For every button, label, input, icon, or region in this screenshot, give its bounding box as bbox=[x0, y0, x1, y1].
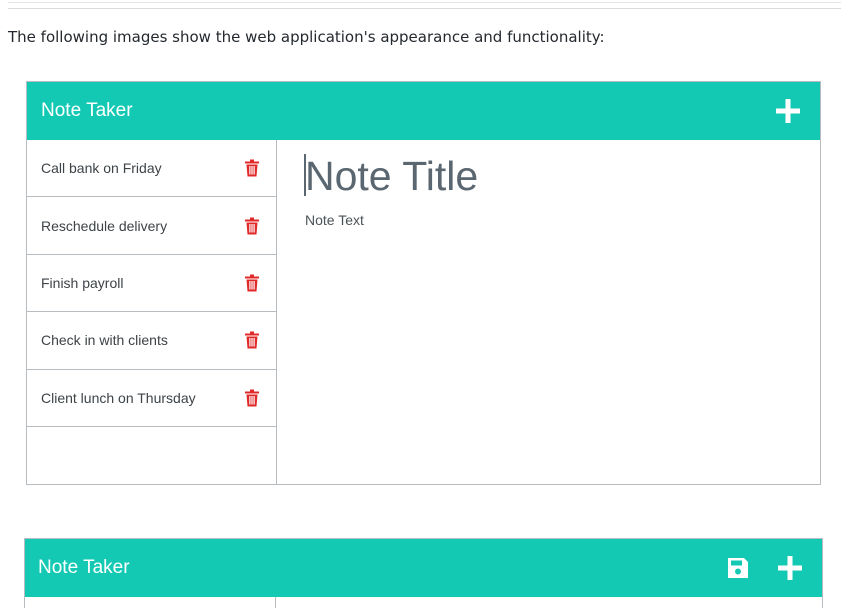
note-title-input[interactable]: Note Title bbox=[305, 148, 478, 204]
list-item[interactable]: Check in with clients bbox=[27, 312, 276, 370]
note-list-title: Finish payroll bbox=[41, 274, 124, 291]
divider bbox=[8, 8, 841, 9]
note-list-title: Reschedule delivery bbox=[41, 217, 168, 234]
trash-icon[interactable] bbox=[245, 159, 259, 177]
app-screenshot-1: Note Taker Call bank on Friday Reschedul… bbox=[26, 81, 821, 485]
note-editor: Note Title Note Text bbox=[277, 140, 820, 484]
list-item[interactable]: Call bank on Friday bbox=[27, 140, 276, 198]
note-list bbox=[25, 597, 276, 608]
note-list-title: Call bank on Friday bbox=[41, 160, 162, 177]
note-text-input[interactable]: Note Text bbox=[305, 212, 364, 228]
navbar: Note Taker bbox=[25, 539, 822, 597]
intro-text: The following images show the web applic… bbox=[8, 28, 605, 46]
navbar-brand[interactable]: Note Taker bbox=[38, 557, 130, 579]
note-list: Call bank on Friday Reschedule delivery bbox=[27, 140, 277, 484]
trash-icon[interactable] bbox=[245, 331, 259, 349]
list-item[interactable]: Reschedule delivery bbox=[27, 197, 276, 255]
navbar-brand[interactable]: Note Taker bbox=[41, 100, 133, 122]
divider bbox=[8, 2, 841, 3]
page: The following images show the web applic… bbox=[0, 0, 841, 608]
plus-icon[interactable] bbox=[775, 98, 801, 124]
trash-icon[interactable] bbox=[245, 389, 259, 407]
list-item[interactable]: Finish payroll bbox=[27, 255, 276, 313]
list-item[interactable]: Client lunch on Thursday bbox=[27, 370, 276, 427]
note-list-title: Check in with clients bbox=[41, 332, 168, 349]
plus-icon[interactable] bbox=[777, 555, 803, 581]
trash-icon[interactable] bbox=[245, 274, 259, 292]
note-list-title: Client lunch on Thursday bbox=[41, 389, 196, 406]
save-icon[interactable] bbox=[726, 556, 750, 580]
app-screenshot-2: Note Taker bbox=[24, 538, 823, 608]
navbar: Note Taker bbox=[27, 82, 820, 140]
trash-icon[interactable] bbox=[245, 217, 259, 235]
